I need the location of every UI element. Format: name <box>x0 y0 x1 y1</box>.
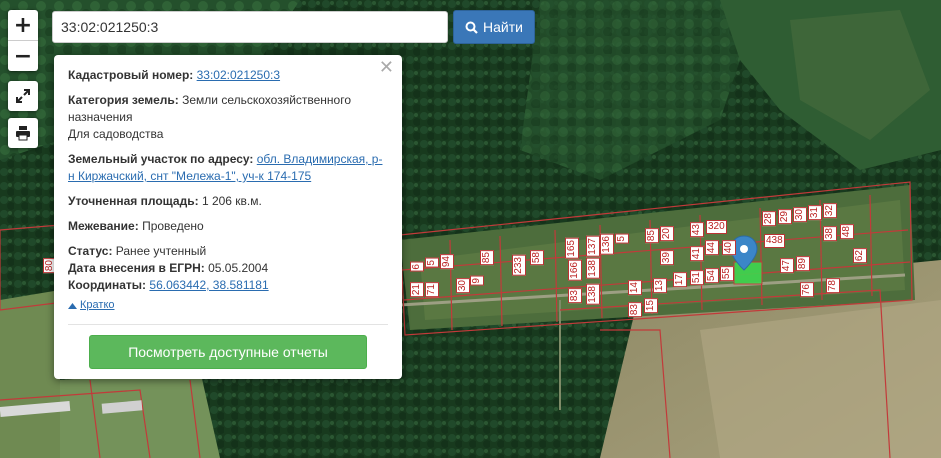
survey-label: Межевание: <box>68 219 139 233</box>
divider <box>68 324 388 325</box>
search-button[interactable]: Найти <box>453 10 535 44</box>
plot-label[interactable]: 166 <box>568 260 582 281</box>
close-icon[interactable]: ✕ <box>379 59 394 77</box>
egrn-label: Дата внесения в ЕГРН: <box>68 261 205 275</box>
plot-label[interactable]: 20 <box>660 226 674 242</box>
category-row: Категория земель: Земли сельскохозяйстве… <box>68 92 388 143</box>
plot-label[interactable]: 138 <box>586 258 600 279</box>
survey-row: Межевание: Проведено <box>68 218 388 235</box>
plot-label[interactable]: 47 <box>780 258 794 274</box>
egrn-row: Дата внесения в ЕГРН: 05.05.2004 <box>68 260 388 277</box>
plot-label[interactable]: 83 <box>628 302 642 318</box>
plot-label[interactable]: 233 <box>512 255 526 276</box>
status-row: Статус: Ранее учтенный <box>68 243 388 260</box>
cadastral-label: Кадастровый номер: <box>68 68 194 82</box>
category-label: Категория земель: <box>68 93 179 107</box>
plot-label[interactable]: 55 <box>720 266 734 282</box>
plot-label[interactable]: 85 <box>645 228 659 244</box>
plot-label[interactable]: 89 <box>796 256 810 272</box>
address-label: Земельный участок по адресу: <box>68 152 254 166</box>
plot-label[interactable]: 40 <box>722 240 736 256</box>
plot-label[interactable]: 438 <box>764 234 785 248</box>
plot-label[interactable]: 54 <box>705 268 719 284</box>
caret-up-icon <box>68 302 77 309</box>
plot-label[interactable]: 21 <box>410 282 424 298</box>
plot-label[interactable]: 28 <box>762 211 776 227</box>
parcel-info-popup: ✕ Кадастровый номер: 33:02:021250:3 Кате… <box>54 55 402 379</box>
plot-label[interactable]: 38 <box>823 226 837 242</box>
plot-label[interactable]: 29 <box>778 209 792 225</box>
coords-link[interactable]: 56.063442, 38.581181 <box>149 278 268 292</box>
area-label: Уточненная площадь: <box>68 194 199 208</box>
status-value: Ранее учтенный <box>115 244 207 258</box>
plot-label[interactable]: 15 <box>644 298 658 314</box>
status-label: Статус: <box>68 244 113 258</box>
search-input[interactable] <box>52 11 448 43</box>
plot-label[interactable]: 5 <box>615 234 629 244</box>
plot-label[interactable]: 138 <box>586 284 600 305</box>
zoom-in-button[interactable]: + <box>8 10 38 40</box>
search-button-label: Найти <box>483 19 523 35</box>
plot-label[interactable]: 13 <box>653 278 667 294</box>
expand-icon <box>16 89 30 103</box>
category-use: Для садоводства <box>68 127 164 141</box>
plot-label[interactable]: 94 <box>440 254 454 270</box>
plot-label[interactable]: 30 <box>456 278 470 294</box>
plot-label[interactable]: 136 <box>600 234 614 255</box>
plot-label[interactable]: 83 <box>568 288 582 304</box>
zoom-control: + − <box>8 10 38 71</box>
plot-label[interactable]: 51 <box>690 270 704 286</box>
plot-label[interactable]: 6 <box>410 262 424 272</box>
plot-label[interactable]: 58 <box>530 250 544 266</box>
cadastral-row: Кадастровый номер: 33:02:021250:3 <box>68 67 388 84</box>
plot-label[interactable]: 85 <box>480 250 494 266</box>
survey-value: Проведено <box>142 219 204 233</box>
plot-label[interactable]: 17 <box>673 272 687 288</box>
plot-label[interactable]: 41 <box>690 246 704 262</box>
brief-toggle-link[interactable]: Кратко <box>68 297 115 314</box>
fullscreen-button[interactable] <box>8 81 38 111</box>
plot-label[interactable]: 137 <box>586 236 600 257</box>
plot-label[interactable]: 44 <box>705 240 719 256</box>
plot-label[interactable]: 48 <box>840 224 854 240</box>
plot-label[interactable]: 62 <box>853 248 867 264</box>
plot-label[interactable]: 39 <box>660 250 674 266</box>
plot-label[interactable]: 30 <box>793 207 807 223</box>
brief-label: Кратко <box>80 299 115 311</box>
search-icon <box>465 21 478 34</box>
plot-label[interactable]: 31 <box>808 205 822 221</box>
plot-label[interactable]: 78 <box>826 278 840 294</box>
plot-label[interactable]: 9 <box>470 276 484 286</box>
cadastral-link[interactable]: 33:02:021250:3 <box>197 68 280 82</box>
coords-row: Координаты: 56.063442, 38.581181 <box>68 277 388 294</box>
area-value: 1 206 кв.м. <box>201 194 262 208</box>
plot-label[interactable]: 320 <box>706 220 727 234</box>
plot-label[interactable]: 14 <box>628 280 642 296</box>
egrn-value: 05.05.2004 <box>208 261 269 275</box>
plot-label[interactable]: 165 <box>565 238 579 259</box>
plot-label[interactable]: 32 <box>823 203 837 219</box>
coords-label: Координаты: <box>68 278 147 292</box>
print-icon <box>16 126 30 141</box>
plot-label[interactable]: 43 <box>690 222 704 238</box>
view-reports-button[interactable]: Посмотреть доступные отчеты <box>89 335 367 369</box>
address-row: Земельный участок по адресу: обл. Владим… <box>68 151 388 185</box>
zoom-out-button[interactable]: − <box>8 40 38 71</box>
area-row: Уточненная площадь: 1 206 кв.м. <box>68 193 388 210</box>
plot-label[interactable]: 5 <box>425 258 439 268</box>
plot-label[interactable]: 71 <box>425 282 439 298</box>
plot-label[interactable]: 76 <box>800 282 814 298</box>
print-button[interactable] <box>8 118 38 148</box>
